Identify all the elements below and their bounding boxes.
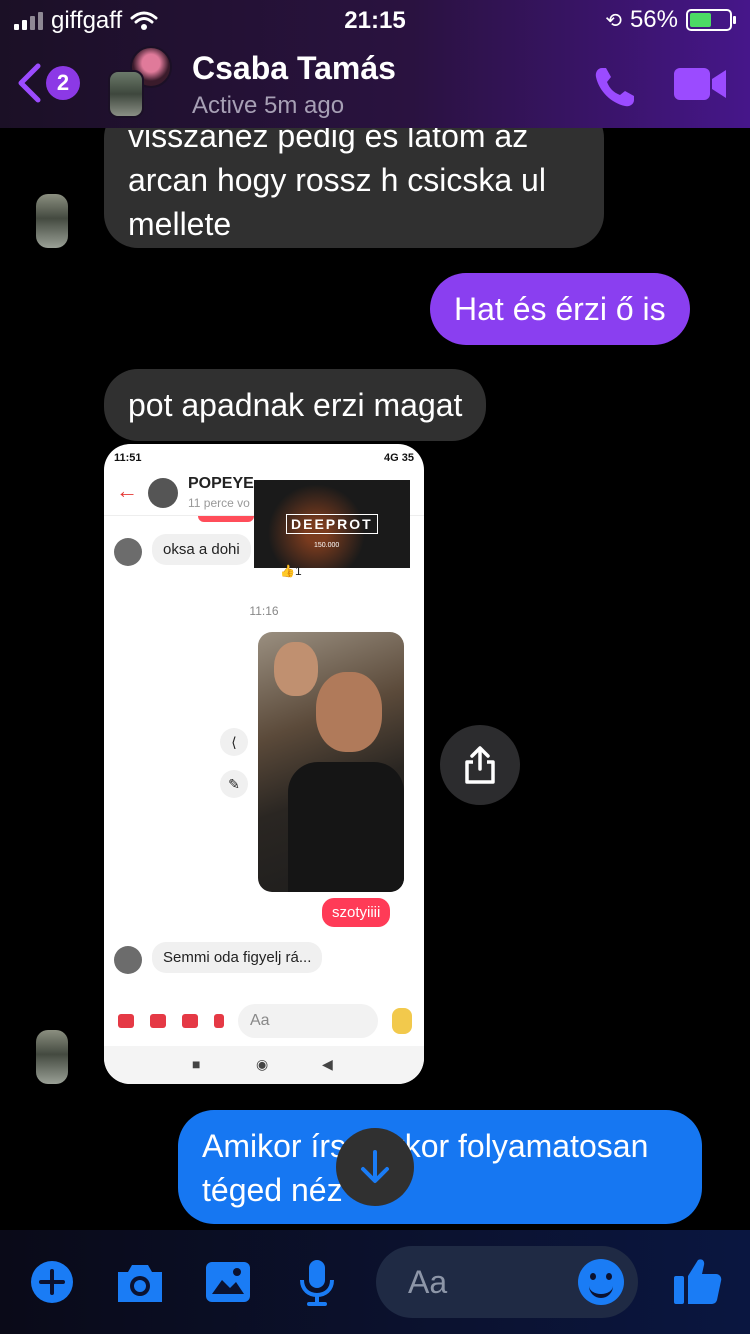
- status-bar: giffgaff 21:15 ⟲ 56%: [0, 0, 750, 42]
- share-icon: ⟨: [220, 728, 248, 756]
- video-call-button[interactable]: [672, 66, 728, 107]
- message-bubble: oksa a dohi: [152, 534, 251, 565]
- back-button[interactable]: 2: [16, 62, 80, 104]
- outgoing-message[interactable]: Amikor írsz akkor folyamatosan téged néz: [178, 1110, 702, 1224]
- conversation-header: giffgaff 21:15 ⟲ 56% 2 Csaba Tamás Activ…: [0, 0, 750, 128]
- unread-badge: 2: [46, 66, 80, 100]
- divider: [198, 516, 254, 522]
- mic-icon: [214, 1014, 224, 1028]
- caption-bubble: szotyiiii: [322, 898, 391, 927]
- chevron-left-icon: [18, 63, 41, 103]
- contact-avatar[interactable]: [108, 44, 172, 122]
- grid-icon: [118, 1014, 134, 1028]
- sender-avatar[interactable]: [36, 194, 68, 248]
- avatar: [148, 478, 178, 508]
- scroll-down-button[interactable]: [336, 1128, 414, 1206]
- message-input[interactable]: Aa: [376, 1246, 638, 1318]
- video-camera-icon: [674, 68, 726, 100]
- incoming-message[interactable]: pot apadnak erzi magat: [104, 369, 487, 441]
- battery-icon: [686, 9, 736, 31]
- image-icon: [206, 1262, 250, 1302]
- contact-name[interactable]: Csaba Tamás: [192, 50, 396, 87]
- avatar: [114, 538, 142, 566]
- plus-icon: [31, 1261, 73, 1303]
- emoji-icon[interactable]: [578, 1259, 624, 1305]
- android-nav-bar: ■ ◉ ◀: [104, 1046, 424, 1084]
- message-composer: Aa: [0, 1230, 750, 1334]
- thumbs-up-icon: [392, 1008, 412, 1034]
- message-bubble: Semmi oda figyelj rá...: [152, 942, 323, 973]
- voice-call-button[interactable]: [592, 64, 638, 115]
- chat-thread[interactable]: visszanez pedig es latom az arcan hogy r…: [0, 0, 750, 1334]
- camera-button[interactable]: [114, 1262, 166, 1309]
- avatar: [114, 946, 142, 974]
- arrow-down-icon: [361, 1150, 389, 1183]
- ad-thumbnail: DEEPROT 150.000: [254, 480, 410, 568]
- photo: [258, 632, 404, 892]
- timestamp: 11:16: [249, 604, 279, 618]
- circle-icon: ◉: [256, 1056, 269, 1072]
- image-attachment[interactable]: 11:51 4G 35 ← POPEYE 11 perce vo oksa a …: [104, 444, 424, 1084]
- camera-icon: [150, 1014, 166, 1028]
- rotation-lock-icon: ⟲: [605, 9, 622, 32]
- voice-message-button[interactable]: [298, 1258, 336, 1311]
- screenshot-composer: Aa: [104, 1000, 424, 1044]
- image-icon: [182, 1014, 198, 1028]
- sender-avatar[interactable]: [36, 1030, 68, 1084]
- square-icon: ■: [192, 1056, 201, 1072]
- like-button[interactable]: [672, 1256, 724, 1311]
- share-icon: [465, 746, 495, 784]
- phone-icon: [595, 68, 634, 107]
- reaction: 👍1: [280, 564, 302, 578]
- pencil-icon: ✎: [220, 770, 248, 798]
- microphone-icon: [300, 1260, 334, 1306]
- activity-status: Active 5m ago: [192, 92, 345, 119]
- back-arrow-icon: ←: [116, 478, 138, 503]
- outgoing-message[interactable]: Hat és érzi ő is: [430, 273, 690, 345]
- screenshot-status-bar: 11:51 4G 35: [114, 452, 414, 464]
- gallery-button[interactable]: [204, 1260, 252, 1309]
- triangle-icon: ◀: [322, 1056, 333, 1072]
- camera-icon: [118, 1265, 162, 1302]
- add-button[interactable]: [30, 1260, 74, 1309]
- share-button[interactable]: [440, 725, 520, 805]
- thumbs-up-icon: [674, 1259, 722, 1304]
- screenshot-input: Aa: [238, 1004, 378, 1038]
